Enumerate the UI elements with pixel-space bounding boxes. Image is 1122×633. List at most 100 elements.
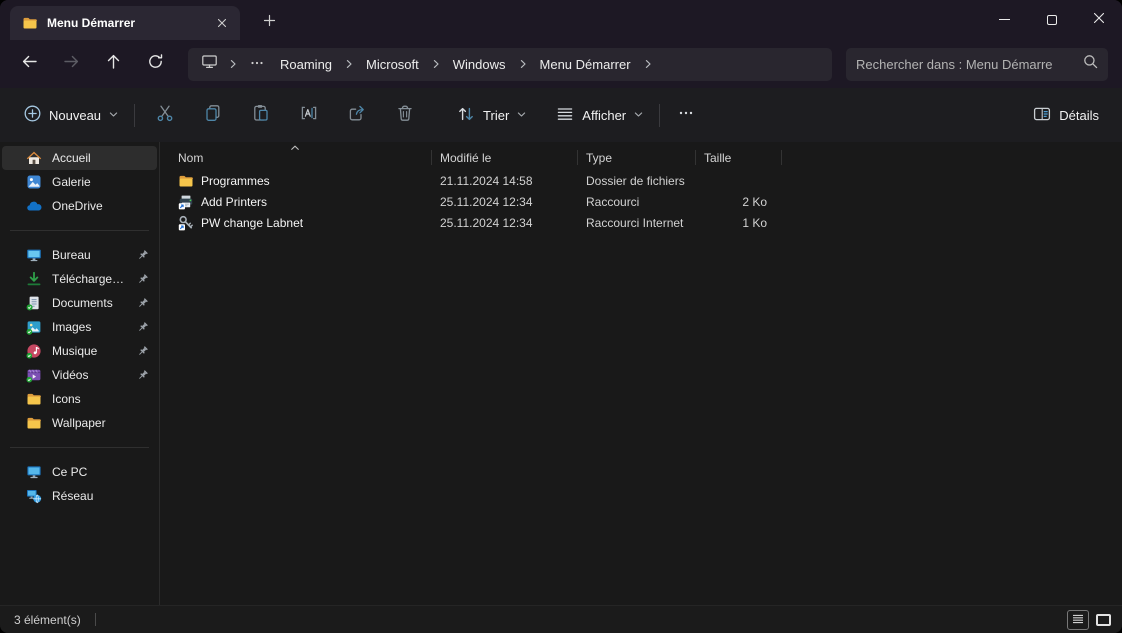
more-options-button[interactable] [666, 98, 706, 132]
arrow-up-icon [105, 53, 122, 75]
sidebar-item-reseau[interactable]: Réseau [2, 484, 157, 508]
breadcrumb-overflow-button[interactable] [242, 51, 272, 78]
music-icon [26, 343, 42, 359]
breadcrumb-item-microsoft[interactable]: Microsoft [358, 53, 427, 76]
onedrive-icon [26, 198, 42, 214]
view-button[interactable]: Afficher [546, 98, 653, 132]
sidebar-item-label: Wallpaper [52, 416, 106, 430]
delete-icon [395, 103, 415, 128]
breadcrumb-item-menu-demarrer[interactable]: Menu Démarrer [532, 53, 639, 76]
sort-icon [456, 104, 476, 127]
gallery-icon [26, 174, 42, 190]
thumbnails-view-button[interactable] [1092, 610, 1114, 630]
new-button[interactable]: Nouveau [14, 98, 128, 132]
column-header-modifie-le[interactable]: Modifié le [432, 145, 578, 170]
pin-icon [136, 369, 149, 382]
sidebar-item-label: Galerie [52, 175, 91, 189]
chevron-right-icon [427, 59, 445, 69]
list-lines-icon [555, 104, 575, 127]
sidebar-item-label: Réseau [52, 489, 93, 503]
status-bar: 3 élément(s) [0, 605, 1122, 633]
item-count: 3 élément(s) [14, 613, 81, 627]
column-header-nom[interactable]: Nom [160, 145, 432, 170]
pin-icon [136, 321, 149, 334]
sidebar-item-ce-pc[interactable]: Ce PC [2, 460, 157, 484]
folder-icon [26, 415, 42, 431]
search-icon[interactable] [1083, 54, 1098, 74]
file-row-pw-change-labnet[interactable]: PW change Labnet 25.11.2024 12:34 Raccou… [160, 212, 1122, 233]
details-pane-button[interactable]: Détails [1023, 98, 1108, 132]
paste-button[interactable] [237, 98, 285, 132]
sidebar-item-icons[interactable]: Icons [2, 387, 157, 411]
sidebar-item-documents[interactable]: Documents [2, 291, 157, 315]
file-name: Programmes [201, 174, 270, 188]
window-controls [981, 0, 1122, 39]
column-headers: Nom Modifié le Type Taille [160, 145, 1122, 170]
file-list-area: Nom Modifié le Type Taille Programmes 21… [160, 142, 1122, 605]
details-view-button[interactable] [1067, 610, 1089, 630]
this-pc-breadcrumb-button[interactable] [194, 51, 224, 78]
sidebar-item-label: Téléchargements [52, 272, 126, 286]
breadcrumb-item-windows[interactable]: Windows [445, 53, 514, 76]
file-modified: 21.11.2024 14:58 [432, 170, 578, 191]
cut-button[interactable] [141, 98, 189, 132]
sidebar: Accueil Galerie OneDrive Bureau Téléchar… [0, 142, 160, 605]
file-modified: 25.11.2024 12:34 [432, 191, 578, 212]
sidebar-item-label: OneDrive [52, 199, 103, 213]
refresh-icon [147, 53, 164, 75]
sidebar-separator [10, 447, 149, 448]
maximize-button[interactable] [1028, 0, 1075, 39]
pin-icon [136, 345, 149, 358]
sidebar-item-label: Vidéos [52, 368, 88, 382]
sidebar-item-accueil[interactable]: Accueil [2, 146, 157, 170]
details-pane-icon [1032, 104, 1052, 127]
refresh-button[interactable] [137, 47, 173, 81]
file-modified: 25.11.2024 12:34 [432, 212, 578, 233]
copy-icon [203, 103, 223, 128]
sidebar-item-images[interactable]: Images [2, 315, 157, 339]
sidebar-item-label: Bureau [52, 248, 91, 262]
close-tab-button[interactable] [210, 12, 234, 34]
network-icon [26, 488, 42, 504]
search-input[interactable] [856, 57, 1083, 72]
details-pane-label: Détails [1059, 108, 1099, 123]
breadcrumb-item-roaming[interactable]: Roaming [272, 53, 340, 76]
rename-button[interactable] [285, 98, 333, 132]
close-button[interactable] [1075, 0, 1122, 39]
delete-button[interactable] [381, 98, 429, 132]
file-row-programmes[interactable]: Programmes 21.11.2024 14:58 Dossier de f… [160, 170, 1122, 191]
new-tab-button[interactable] [254, 9, 284, 37]
up-button[interactable] [95, 47, 131, 81]
explorer-window: Menu Démarrer [0, 0, 1122, 633]
address-bar[interactable]: Roaming Microsoft Windows Menu Démarrer [188, 48, 832, 81]
sidebar-item-label: Images [52, 320, 91, 334]
sidebar-item-label: Accueil [52, 151, 91, 165]
printer-shortcut-icon [178, 194, 194, 210]
share-button[interactable] [333, 98, 381, 132]
sidebar-item-onedrive[interactable]: OneDrive [2, 194, 157, 218]
sort-button[interactable]: Trier [447, 98, 536, 132]
view-button-label: Afficher [582, 108, 626, 123]
folder-icon [178, 173, 194, 189]
sidebar-item-wallpaper[interactable]: Wallpaper [2, 411, 157, 435]
back-button[interactable] [11, 47, 47, 81]
forward-button[interactable] [53, 47, 89, 81]
chevron-right-icon [340, 59, 358, 69]
sidebar-item-galerie[interactable]: Galerie [2, 170, 157, 194]
sidebar-item-musique[interactable]: Musique [2, 339, 157, 363]
sidebar-item-videos[interactable]: Vidéos [2, 363, 157, 387]
sidebar-item-label: Musique [52, 344, 97, 358]
column-header-type[interactable]: Type [578, 145, 696, 170]
sidebar-item-telechargements[interactable]: Téléchargements [2, 267, 157, 291]
videos-icon [26, 367, 42, 383]
explorer-tab[interactable]: Menu Démarrer [10, 6, 240, 40]
sidebar-item-bureau[interactable]: Bureau [2, 243, 157, 267]
file-row-add-printers[interactable]: Add Printers 25.11.2024 12:34 Raccourci … [160, 191, 1122, 212]
column-header-taille[interactable]: Taille [696, 145, 782, 170]
copy-button[interactable] [189, 98, 237, 132]
toolbar-separator [134, 104, 135, 127]
minimize-button[interactable] [981, 0, 1028, 39]
sidebar-item-label: Ce PC [52, 465, 87, 479]
new-button-label: Nouveau [49, 108, 101, 123]
command-toolbar: Nouveau Trier Afficher [0, 88, 1122, 142]
